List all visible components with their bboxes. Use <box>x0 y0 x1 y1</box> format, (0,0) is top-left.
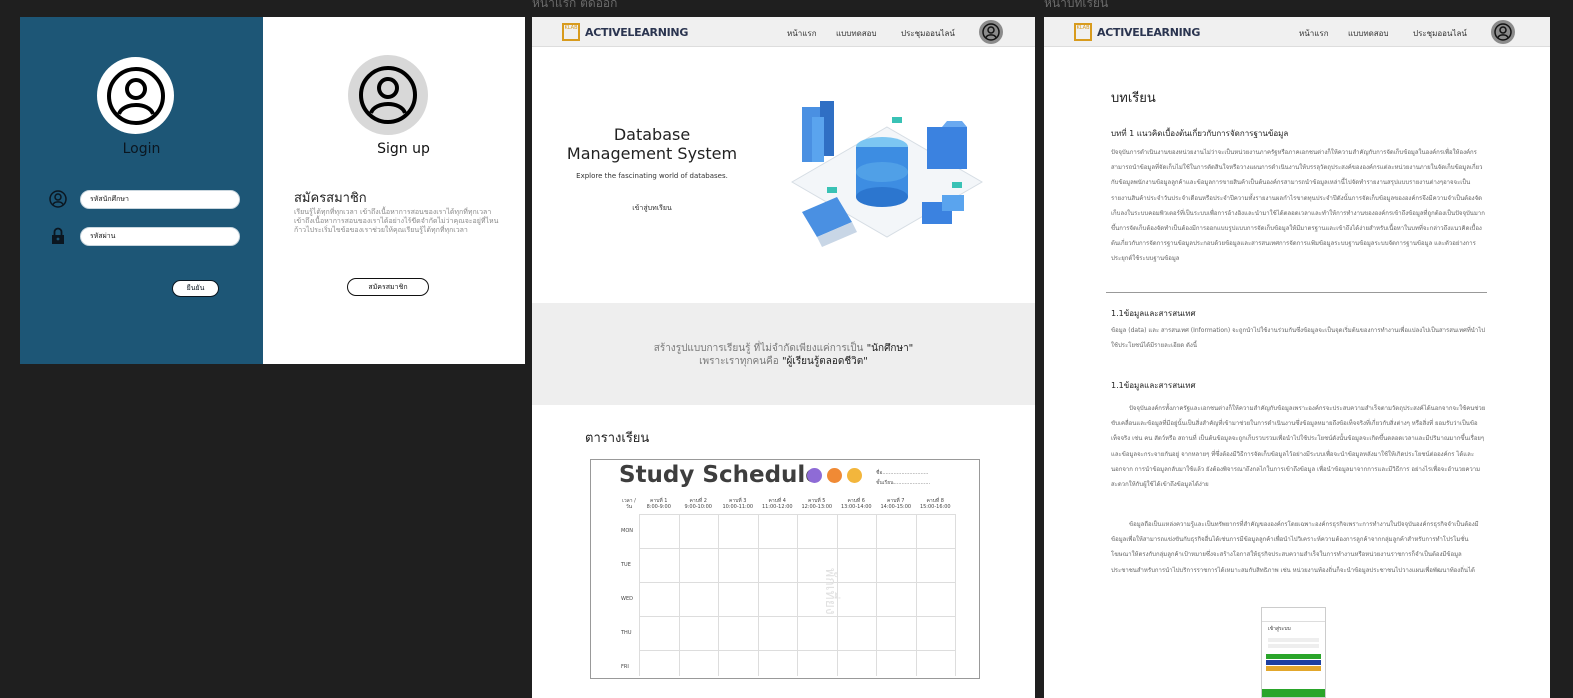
hero-subtitle: Explore the fascinating world of databas… <box>576 172 728 180</box>
signup-title: Sign up <box>377 141 430 157</box>
schedule-grid-line <box>639 616 955 617</box>
section-2-body-2: ข้อมูลถือเป็นแหล่งความรู้และเป็นทรัพยากร… <box>1111 521 1479 574</box>
signup-button[interactable]: สมัครสมาชิก <box>347 278 429 296</box>
section-1-title: 1.1ข้อมูลและสารสนเทศ <box>1111 309 1196 318</box>
brand-name[interactable]: ACTIVELEARNING <box>1097 26 1200 39</box>
nav-quiz-link[interactable]: แบบทดสอบ <box>836 27 877 40</box>
schedule-period-header: คาบที่ 2 9:00-10:00 <box>684 498 712 510</box>
quote-band: สร้างรูปแบบการเรียนรู้ ที่ไม่จำกัดเพียงแ… <box>532 303 1035 405</box>
section-divider <box>1106 292 1487 293</box>
section-1-body: ข้อมูล (data) และ สารสนเทศ (Information)… <box>1111 327 1486 350</box>
enter-lesson-link[interactable]: เข้าสู่บทเรียน <box>602 203 702 214</box>
nav-home-link[interactable]: หน้าแรก <box>787 27 817 40</box>
study-schedule-card: Study Schedule ชื่อ.....................… <box>590 459 980 679</box>
member-description: เรียนรู้ได้ทุกที่ทุกเวลา เข้าถึงเนื้อหาก… <box>294 208 499 234</box>
chapter-body: ปัจจุบันการดำเนินงานของหน่วยงานไม่ว่าจะเ… <box>1111 149 1485 263</box>
schedule-period-header: คาบที่ 4 11:00-12:00 <box>761 498 793 510</box>
user-icon <box>49 190 67 208</box>
brand-logo[interactable]: KLAB <box>562 23 580 41</box>
schedule-grid-line <box>639 548 955 549</box>
brand-logo[interactable]: KLAB <box>1074 23 1092 41</box>
schedule-grid-line <box>797 514 798 676</box>
thumb-title: เข้าสู่ระบบ <box>1268 626 1291 632</box>
database-illustration <box>791 101 983 247</box>
nav-meeting-link[interactable]: ประชุมออนไลน์ <box>1413 27 1467 40</box>
thumb-header <box>1262 608 1325 622</box>
schedule-period-header: คาบที่ 8 15:00-16:00 <box>919 498 951 510</box>
profile-avatar-icon[interactable] <box>979 20 1003 44</box>
lesson-heading: บทเรียน <box>1111 91 1156 106</box>
lesson-frame-title: หน้าบทเรียน <box>1044 0 1109 10</box>
nav-home-link[interactable]: หน้าแรก <box>1299 27 1329 40</box>
schedule-grid-line <box>757 514 759 676</box>
schedule-period-header: คาบที่ 3 10:00-11:00 <box>722 498 754 510</box>
schedule-period-header: คาบที่ 6 13:00-14:00 <box>840 498 872 510</box>
section-2-title: 1.1ข้อมูลและสารสนเทศ <box>1111 381 1196 390</box>
schedule-day-label: THU <box>621 630 632 636</box>
home-frame-title: หน้าแรก ตัดออก <box>532 0 618 10</box>
student-id-input[interactable]: รหัสนักศึกษา <box>80 190 240 209</box>
schedule-meta: ชื่อ............................. ชั้นเรี… <box>876 470 931 486</box>
navbar: KLAB ACTIVELEARNING หน้าแรก แบบทดสอบ ประ… <box>1044 17 1550 47</box>
login-title: Login <box>122 141 161 157</box>
flower-icon <box>827 468 842 483</box>
schedule-grid-line <box>639 514 640 676</box>
schedule-title: Study Schedule <box>619 462 821 488</box>
schedule-grid-line <box>639 514 955 515</box>
login-avatar-icon <box>97 57 174 134</box>
lock-icon <box>49 227 67 245</box>
schedule-day-label: MON <box>621 528 633 534</box>
schedule-grid-line <box>639 650 955 651</box>
schedule-grid-line <box>876 514 877 676</box>
chapter-title: บทที่ 1 แนวคิดเบื้องต้นเกี่ยวกับการจัดกา… <box>1111 129 1289 138</box>
schedule-period-header: คาบที่ 7 14:00-15:00 <box>880 498 912 510</box>
schedule-period-header: คาบที่ 5 12:00-13:00 <box>801 498 833 510</box>
schedule-grid-line <box>718 514 719 676</box>
nav-quiz-link[interactable]: แบบทดสอบ <box>1348 27 1389 40</box>
auth-panel: Login รหัสนักศึกษา รหัสผ่าน ยืนยัน Sign … <box>20 17 525 364</box>
profile-avatar-icon[interactable] <box>1491 20 1515 44</box>
section-2-body-1: ปัจจุบันองค์กรทั้งภาครัฐและเอกชนต่างก็ให… <box>1111 405 1486 489</box>
schedule-day-label: FRI <box>621 664 629 670</box>
login-screen-thumbnail[interactable]: เข้าสู่ระบบ <box>1261 607 1326 698</box>
schedule-period-header: คาบที่ 1 8:00-9:00 <box>646 498 671 510</box>
lunch-break-label: พักเที่ยง <box>822 568 838 615</box>
schedule-day-label: WED <box>621 596 633 602</box>
hero-title: Database Management System <box>566 125 738 163</box>
flower-icon <box>847 468 862 483</box>
schedule-grid-line <box>915 514 917 676</box>
password-input[interactable]: รหัสผ่าน <box>80 227 240 246</box>
signup-avatar-icon <box>348 55 428 135</box>
quote-line-2: เพราะเราทุกคนคือ "ผู้เรียนรู้ตลอดชีวิต" <box>699 356 868 367</box>
lesson-panel: KLAB ACTIVELEARNING หน้าแรก แบบทดสอบ ประ… <box>1044 17 1550 698</box>
confirm-button[interactable]: ยืนยัน <box>172 280 219 297</box>
schedule-day-label: TUE <box>621 562 631 568</box>
home-panel: KLAB ACTIVELEARNING หน้าแรก แบบทดสอบ ประ… <box>532 17 1035 698</box>
member-heading: สมัครสมาชิก <box>294 191 367 206</box>
brand-name[interactable]: ACTIVELEARNING <box>585 26 688 39</box>
flower-icon <box>807 468 822 483</box>
schedule-grid-line <box>639 582 955 583</box>
schedule-corner: เวลา / วัน <box>622 498 636 510</box>
schedule-grid-line <box>678 514 680 676</box>
schedule-grid: เวลา / วัน คาบที่ 1 8:00-9:00 คาบที่ 2 9:00… <box>619 498 956 676</box>
nav-meeting-link[interactable]: ประชุมออนไลน์ <box>901 27 955 40</box>
navbar: KLAB ACTIVELEARNING หน้าแรก แบบทดสอบ ประ… <box>532 17 1035 47</box>
schedule-grid-line <box>955 514 956 676</box>
schedule-heading: ตารางเรียน <box>585 431 650 446</box>
